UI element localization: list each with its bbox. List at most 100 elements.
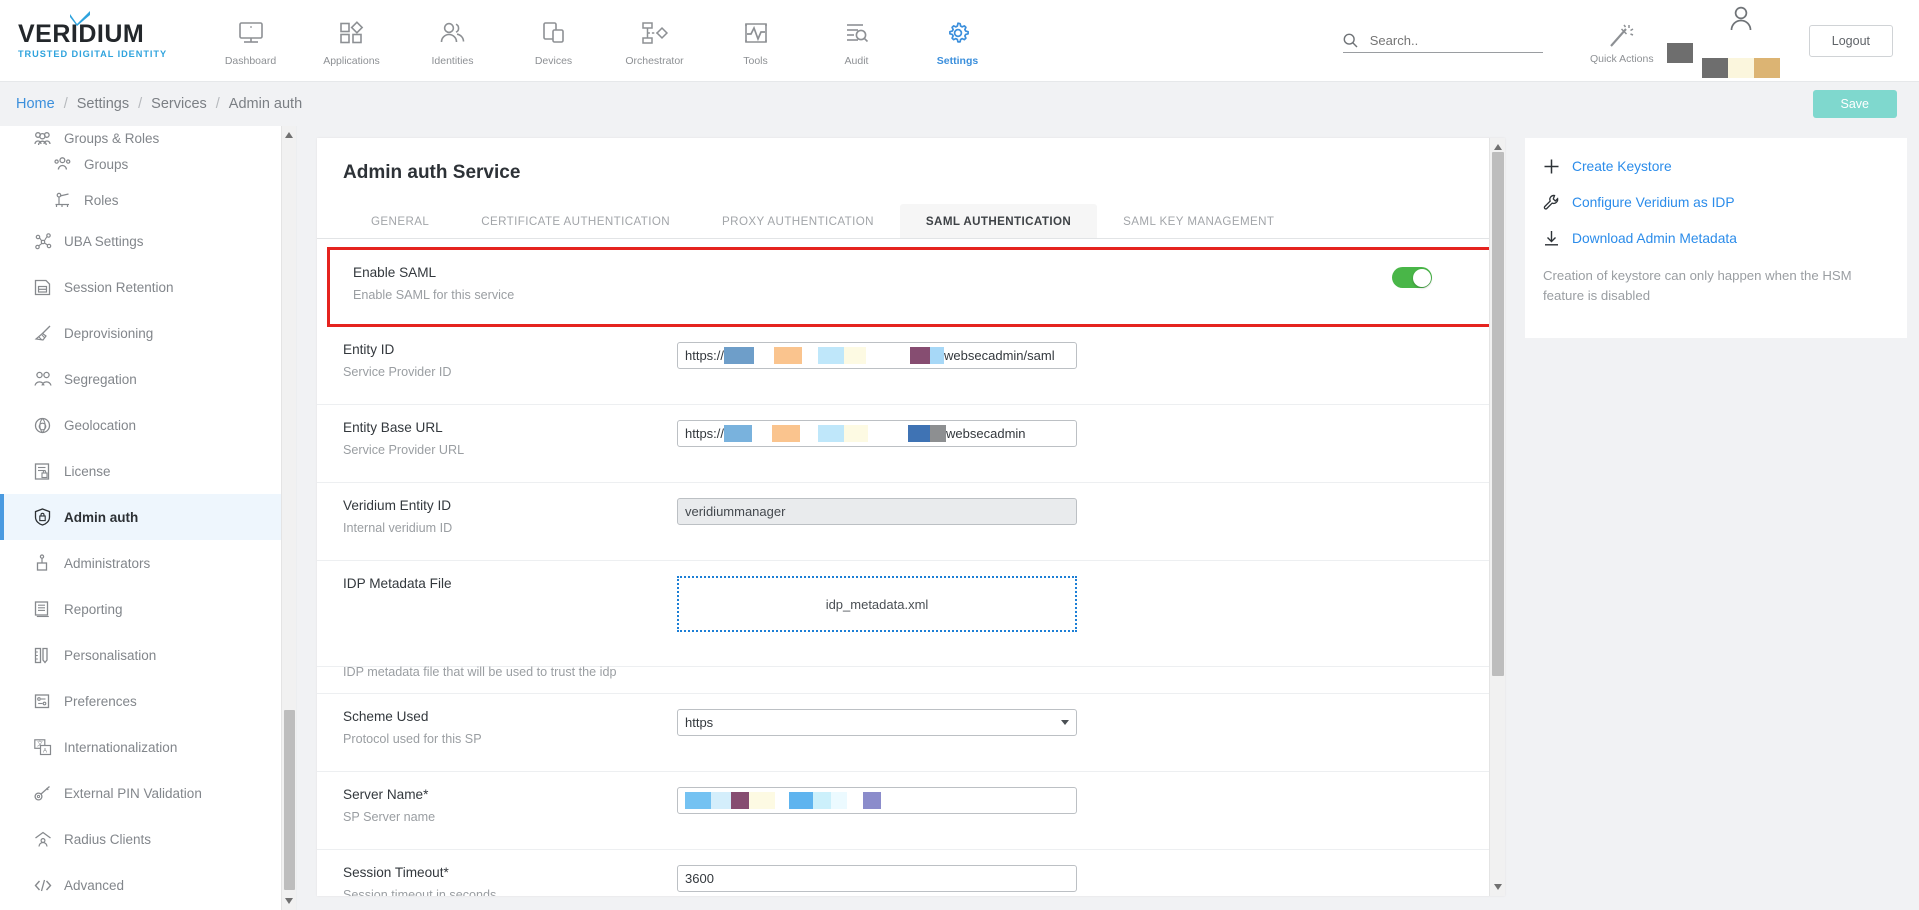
sidebar-item-license[interactable]: License xyxy=(0,448,296,494)
page-title: Admin auth Service xyxy=(317,138,1505,184)
code-icon xyxy=(34,878,64,893)
sidebar-item-uba-settings[interactable]: UBA Settings xyxy=(0,218,296,264)
field-label: Session Timeout* xyxy=(343,865,677,880)
scrollbar-thumb[interactable] xyxy=(284,710,295,890)
search-box[interactable] xyxy=(1343,33,1543,53)
sidebar-item-administrators[interactable]: Administrators xyxy=(0,540,296,586)
save-disk-icon xyxy=(34,279,64,296)
field-row-scheme-used: Scheme Used Protocol used for this SP ht… xyxy=(317,694,1505,772)
sidebar-item-groups-roles[interactable]: Groups & Roles xyxy=(0,126,296,146)
logout-button[interactable]: Logout xyxy=(1809,25,1893,57)
sidebar-item-label: Groups xyxy=(84,157,128,172)
redacted-swatch-left xyxy=(1667,19,1693,63)
field-sublabel: SP Server name xyxy=(343,810,677,824)
redaction-gap xyxy=(775,792,789,809)
search-input[interactable] xyxy=(1370,33,1530,48)
sidebar-item-label: Advanced xyxy=(64,878,124,893)
redaction-swatch xyxy=(1754,58,1780,78)
sidebar-scrollbar[interactable] xyxy=(281,126,296,910)
scroll-down-arrow[interactable] xyxy=(282,894,296,908)
personalisation-icon xyxy=(34,647,64,664)
redaction-gap xyxy=(754,347,774,364)
sidebar-item-internationalization[interactable]: 文 A Internationalization xyxy=(0,724,296,770)
entity-base-url-suffix: websecadmin xyxy=(946,426,1026,441)
tab-proxy-authentication[interactable]: PROXY AUTHENTICATION xyxy=(696,204,900,238)
idp-metadata-dropzone[interactable]: idp_metadata.xml xyxy=(677,576,1077,632)
scrollbar-thumb[interactable] xyxy=(1492,152,1504,676)
groups-icon xyxy=(54,156,84,172)
sidebar-item-reporting[interactable]: Reporting xyxy=(0,586,296,632)
entity-id-input[interactable]: https:// websecadmin/saml xyxy=(677,342,1077,369)
radius-icon xyxy=(34,831,64,848)
tab-certificate-authentication[interactable]: CERTIFICATE AUTHENTICATION xyxy=(455,204,696,238)
nav-item-settings[interactable]: Settings xyxy=(907,14,1008,67)
configure-veridium-as-idp-link[interactable]: Configure Veridium as IDP xyxy=(1543,194,1883,211)
save-button[interactable]: Save xyxy=(1813,90,1898,118)
breadcrumb-item-settings[interactable]: Settings xyxy=(77,96,129,112)
key-icon xyxy=(34,785,64,802)
administrator-icon xyxy=(34,554,64,572)
nav-item-orchestrator[interactable]: Orchestrator xyxy=(604,14,705,67)
sidebar-item-session-retention[interactable]: Session Retention xyxy=(0,264,296,310)
entity-base-url-input[interactable]: https:// websecadmin xyxy=(677,420,1077,447)
brand-logo[interactable]: VERIDIUM TRUSTED DIGITAL IDENTITY xyxy=(0,22,186,59)
scroll-up-arrow[interactable] xyxy=(282,128,296,142)
nav-item-tools[interactable]: Tools xyxy=(705,14,806,67)
sidebar-item-groups[interactable]: Groups xyxy=(0,146,296,182)
globe-icon xyxy=(34,417,64,434)
breadcrumb-item-home[interactable]: Home xyxy=(16,96,55,112)
scheme-used-select[interactable]: https xyxy=(677,709,1077,736)
devices-icon xyxy=(503,16,604,50)
sidebar-item-personalisation[interactable]: Personalisation xyxy=(0,632,296,678)
sidebar-item-label: Deprovisioning xyxy=(64,326,153,341)
main-scrollbar[interactable] xyxy=(1489,138,1505,896)
sidebar-item-advanced[interactable]: Advanced xyxy=(0,862,296,908)
sidebar-item-admin-auth[interactable]: Admin auth xyxy=(0,494,296,540)
field-row-session-timeout: Session Timeout* Session timeout in seco… xyxy=(317,850,1505,896)
redaction-gap xyxy=(866,347,910,364)
sidebar-item-geolocation[interactable]: Geolocation xyxy=(0,402,296,448)
nav-item-audit[interactable]: Audit xyxy=(806,14,907,67)
scroll-down-arrow[interactable] xyxy=(1490,880,1505,894)
sidebar-item-segregation[interactable]: Segregation xyxy=(0,356,296,402)
sidebar-item-roles[interactable]: Roles xyxy=(0,182,296,218)
nav-item-devices[interactable]: Devices xyxy=(503,14,604,67)
sidebar-item-external-pin-validation[interactable]: External PIN Validation xyxy=(0,770,296,816)
toggle-knob xyxy=(1413,269,1431,287)
right-actions-panel: Create Keystore Configure Veridium as ID… xyxy=(1505,126,1919,910)
sidebar-item-label: Reporting xyxy=(64,602,123,617)
breadcrumb-item-services[interactable]: Services xyxy=(151,96,207,112)
server-name-input[interactable] xyxy=(677,787,1077,814)
download-admin-metadata-link[interactable]: Download Admin Metadata xyxy=(1543,230,1883,247)
sidebar-item-label: UBA Settings xyxy=(64,234,144,249)
groups-roles-icon xyxy=(34,131,64,146)
nav-item-applications[interactable]: Applications xyxy=(301,14,402,67)
breadcrumb-item-admin-auth: Admin auth xyxy=(229,96,302,112)
enable-saml-toggle[interactable] xyxy=(1392,267,1432,288)
session-timeout-input[interactable]: 3600 xyxy=(677,865,1077,892)
create-keystore-link[interactable]: Create Keystore xyxy=(1543,158,1883,175)
nav-label: Orchestrator xyxy=(604,55,705,67)
sidebar-item-radius-clients[interactable]: Radius Clients xyxy=(0,816,296,862)
admin-auth-service-card: Admin auth Service GENERAL CERTIFICATE A… xyxy=(317,138,1505,896)
segregation-icon xyxy=(34,371,64,387)
field-label-group: Session Timeout* Session timeout in seco… xyxy=(317,865,677,896)
brand-name: VERIDIUM xyxy=(18,22,167,47)
keystore-note: Creation of keystore can only happen whe… xyxy=(1543,266,1883,306)
tab-saml-authentication[interactable]: SAML AUTHENTICATION xyxy=(900,204,1097,238)
field-label: Veridium Entity ID xyxy=(343,498,677,513)
download-admin-metadata-label: Download Admin Metadata xyxy=(1572,231,1737,246)
preferences-icon xyxy=(34,693,64,710)
nav-item-dashboard[interactable]: Dashboard xyxy=(200,14,301,67)
field-sublabel: Protocol used for this SP xyxy=(343,732,677,746)
field-control: idp_metadata.xml xyxy=(677,576,1505,632)
avatar[interactable] xyxy=(1693,4,1789,78)
tab-saml-key-management[interactable]: SAML KEY MANAGEMENT xyxy=(1097,204,1300,238)
quick-actions-button[interactable]: Quick Actions xyxy=(1577,18,1667,65)
sidebar-item-deprovisioning[interactable]: Deprovisioning xyxy=(0,310,296,356)
veridium-entity-id-input: veridiummanager xyxy=(677,498,1077,525)
sidebar-item-preferences[interactable]: Preferences xyxy=(0,678,296,724)
tab-general[interactable]: GENERAL xyxy=(345,204,455,238)
redaction-block xyxy=(844,425,868,442)
nav-item-identities[interactable]: Identities xyxy=(402,14,503,67)
